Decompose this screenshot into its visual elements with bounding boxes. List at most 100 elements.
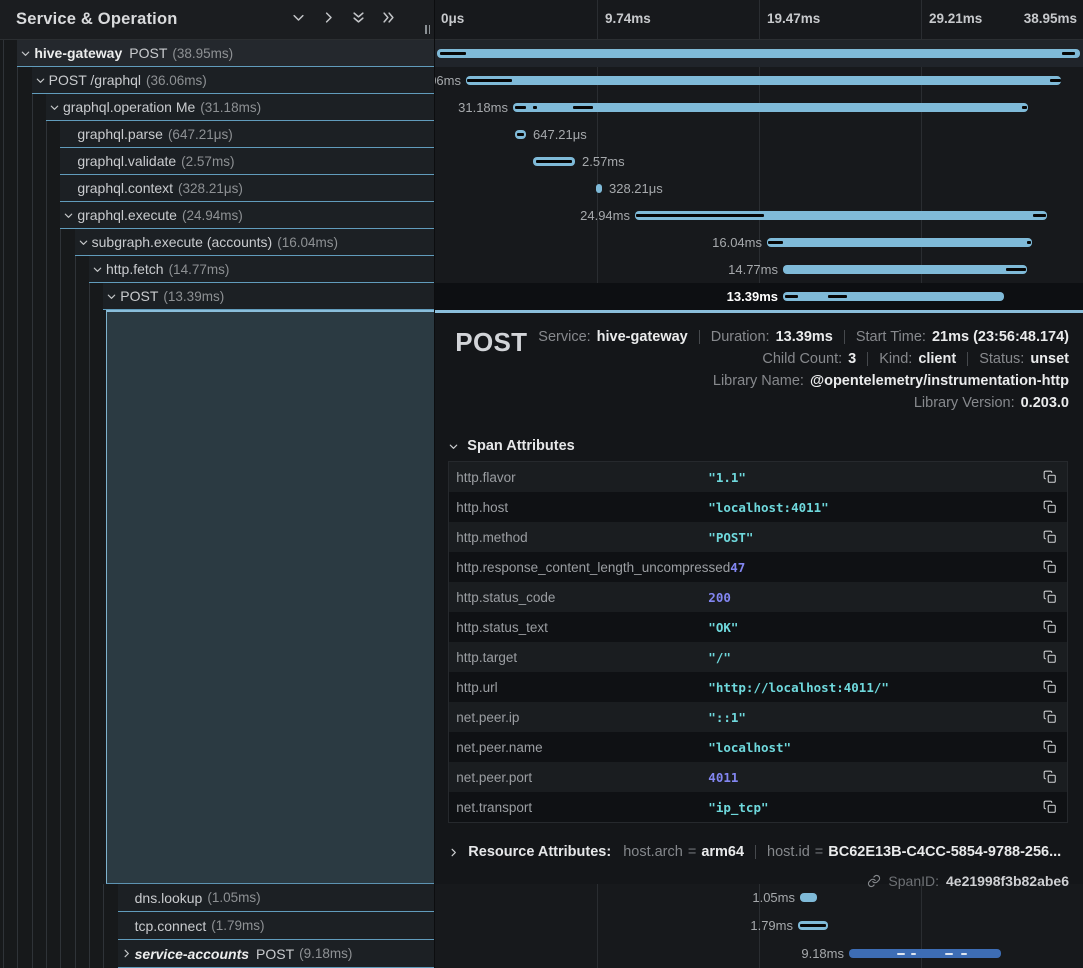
span-row-label-cell[interactable]: graphql.parse(647.21μs) xyxy=(0,121,435,148)
span-row[interactable]: graphql.parse(647.21μs)647.21μs xyxy=(0,121,1083,148)
span-row-timeline-cell[interactable]: 647.21μs xyxy=(435,121,1083,148)
span-bar[interactable] xyxy=(635,211,1047,220)
span-operation-name: graphql.validate xyxy=(77,153,176,169)
span-row-timeline-cell[interactable]: 31.18ms xyxy=(435,94,1083,121)
span-bar[interactable] xyxy=(849,949,1001,958)
span-duration-inline: (9.18ms) xyxy=(299,946,352,961)
attribute-key: http.method xyxy=(449,530,708,545)
span-bar-self-time-tick xyxy=(1006,268,1026,271)
resource-attribute-key: host.arch xyxy=(623,844,683,860)
span-row[interactable]: POST(13.39ms)13.39ms xyxy=(0,283,1083,310)
attribute-row: net.peer.ip"::1" xyxy=(449,702,1067,732)
chevron-down-icon[interactable] xyxy=(17,48,34,59)
span-duration-inline: (2.57ms) xyxy=(181,154,234,169)
span-bar[interactable] xyxy=(437,49,1080,58)
span-row[interactable]: dns.lookup(1.05ms)1.05ms xyxy=(0,884,1083,912)
equals-sign: = xyxy=(815,844,823,860)
copy-icon[interactable] xyxy=(1033,800,1067,814)
span-row-label-cell[interactable]: tcp.connect(1.79ms) xyxy=(0,912,435,940)
copy-icon[interactable] xyxy=(1033,650,1067,664)
copy-icon[interactable] xyxy=(1033,560,1067,574)
span-bar[interactable] xyxy=(783,265,1027,274)
detail-meta-value: @opentelemetry/instrumentation-http xyxy=(810,373,1069,389)
span-row-label-cell[interactable]: graphql.execute(24.94ms) xyxy=(0,202,435,229)
span-row[interactable]: hive-gatewayPOST(38.95ms) xyxy=(0,40,1083,67)
column-divider[interactable] xyxy=(434,0,435,968)
span-row-label-cell[interactable]: http.fetch(14.77ms) xyxy=(0,256,435,283)
copy-icon[interactable] xyxy=(1033,470,1067,484)
chevron-down-icon[interactable] xyxy=(46,102,63,113)
chevron-down-icon[interactable] xyxy=(290,9,307,26)
span-bar[interactable] xyxy=(798,921,828,930)
span-row-timeline-cell[interactable]: 16.04ms xyxy=(435,229,1083,256)
detail-meta-line: Service:hive-gatewayDuration:13.39msStar… xyxy=(538,326,1069,348)
axis-tick-label: 29.21ms xyxy=(929,11,982,26)
span-row-label-cell[interactable]: POST /graphql(36.06ms) xyxy=(0,67,435,94)
span-bar-duration-label: 36.06ms xyxy=(435,67,461,94)
span-operation-name: POST xyxy=(120,288,158,304)
copy-icon[interactable] xyxy=(1033,620,1067,634)
chevron-down-icon[interactable] xyxy=(60,210,77,221)
span-bar[interactable] xyxy=(515,130,526,139)
span-row-timeline-cell[interactable]: 24.94ms xyxy=(435,202,1083,229)
copy-icon[interactable] xyxy=(1033,500,1067,514)
chevron-right-icon[interactable] xyxy=(320,9,337,26)
span-row-timeline-cell[interactable]: 36.06ms xyxy=(435,67,1083,94)
span-row-label-cell[interactable]: subgraph.execute (accounts)(16.04ms) xyxy=(0,229,435,256)
span-row[interactable]: subgraph.execute (accounts)(16.04ms)16.0… xyxy=(0,229,1083,256)
column-resize-grip[interactable] xyxy=(425,25,430,34)
copy-icon[interactable] xyxy=(1033,770,1067,784)
span-row[interactable]: graphql.execute(24.94ms)24.94ms xyxy=(0,202,1083,229)
span-operation-name: graphql.parse xyxy=(77,126,163,142)
span-row-label-cell[interactable]: hive-gatewayPOST(38.95ms) xyxy=(0,40,435,67)
span-row-timeline-cell[interactable] xyxy=(435,40,1083,67)
span-row-label-cell[interactable]: graphql.operation Me(31.18ms) xyxy=(0,94,435,121)
chevron-down-icon[interactable] xyxy=(75,237,92,248)
span-row[interactable]: tcp.connect(1.79ms)1.79ms xyxy=(0,912,1083,940)
span-row[interactable]: graphql.validate (2.57ms) 2.57ms xyxy=(0,148,1083,175)
span-row-label-cell[interactable]: graphql.validate (2.57ms) xyxy=(0,148,435,175)
copy-icon[interactable] xyxy=(1033,530,1067,544)
span-attributes-toggle[interactable]: Span Attributes xyxy=(448,438,574,454)
span-row-timeline-cell[interactable]: 1.79ms xyxy=(435,912,1083,940)
span-row-timeline-cell[interactable]: 14.77ms xyxy=(435,256,1083,283)
double-chevron-right-icon[interactable] xyxy=(380,9,397,26)
span-bar-duration-label: 31.18ms xyxy=(458,94,508,121)
span-row[interactable]: POST /graphql(36.06ms)36.06ms xyxy=(0,67,1083,94)
span-row-label-cell[interactable]: dns.lookup(1.05ms) xyxy=(0,884,435,912)
span-row-timeline-cell[interactable]: 328.21μs xyxy=(435,175,1083,202)
selected-span-expansion[interactable] xyxy=(106,310,434,884)
detail-meta-line: Library Name:@opentelemetry/instrumentat… xyxy=(538,370,1069,392)
span-row-label-cell[interactable]: POST(13.39ms) xyxy=(0,283,435,310)
chevron-down-icon[interactable] xyxy=(32,75,49,86)
chevron-right-icon[interactable] xyxy=(118,948,135,959)
copy-icon[interactable] xyxy=(1033,590,1067,604)
span-row-label-cell[interactable]: graphql.context(328.21μs) xyxy=(0,175,435,202)
copy-icon[interactable] xyxy=(1033,740,1067,754)
span-bar[interactable] xyxy=(513,103,1028,112)
span-operation-name: dns.lookup xyxy=(135,890,203,906)
copy-icon[interactable] xyxy=(1033,710,1067,724)
indent-guides xyxy=(0,256,89,283)
double-chevron-down-icon[interactable] xyxy=(350,9,367,26)
span-row[interactable]: http.fetch(14.77ms)14.77ms xyxy=(0,256,1083,283)
span-row-timeline-cell[interactable]: 9.18ms xyxy=(435,940,1083,968)
copy-icon[interactable] xyxy=(1033,680,1067,694)
span-bar[interactable] xyxy=(533,157,575,166)
span-bar[interactable] xyxy=(767,238,1032,247)
span-row[interactable]: graphql.operation Me(31.18ms) 31.18ms xyxy=(0,94,1083,121)
span-row-timeline-cell[interactable]: 1.05ms xyxy=(435,884,1083,912)
span-bar[interactable] xyxy=(783,292,1004,301)
chevron-down-icon[interactable] xyxy=(89,264,106,275)
span-row-timeline-cell[interactable]: 2.57ms xyxy=(435,148,1083,175)
chevron-down-icon[interactable] xyxy=(103,291,120,302)
span-bar[interactable] xyxy=(466,76,1061,85)
span-bar[interactable] xyxy=(596,184,602,193)
span-row[interactable]: service-accountsPOST(9.18ms)9.18ms xyxy=(0,940,1083,968)
span-bar[interactable] xyxy=(800,893,817,902)
span-row-timeline-cell[interactable]: 13.39ms xyxy=(435,283,1083,310)
span-bar-self-time-tick xyxy=(1062,52,1075,55)
span-row[interactable]: graphql.context(328.21μs)328.21μs xyxy=(0,175,1083,202)
resource-attributes-row[interactable]: Resource Attributes: host.arch=arm64host… xyxy=(448,844,1061,860)
span-row-label-cell[interactable]: service-accountsPOST(9.18ms) xyxy=(0,940,435,968)
